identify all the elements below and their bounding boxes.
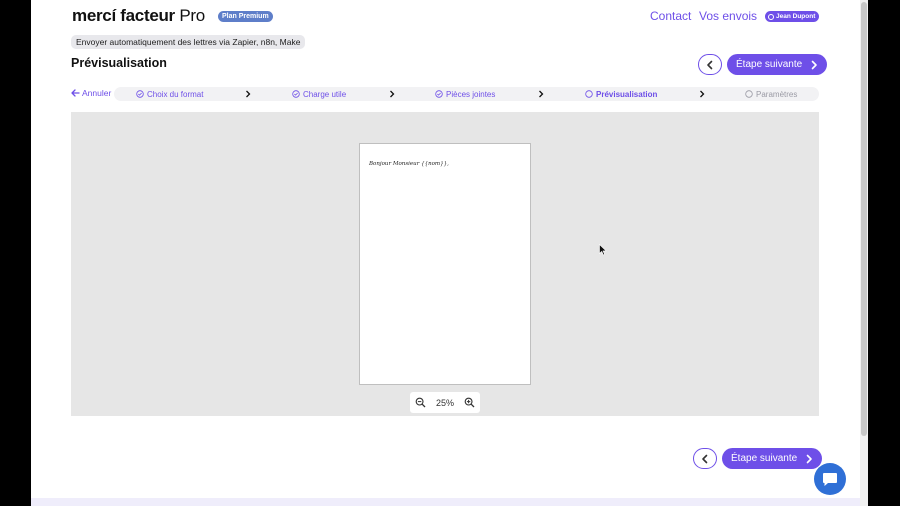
step-previsualisation[interactable]: Prévisualisation [585, 87, 657, 101]
plan-badge: Plan Premium [218, 11, 273, 22]
next-step-label: Étape suivante [731, 453, 798, 464]
cancel-label: Annuler [82, 88, 112, 98]
logo[interactable]: mercí facteur Pro [72, 6, 205, 26]
zoom-level: 25% [435, 397, 454, 408]
check-circle-icon [292, 90, 300, 98]
step-charge-utile[interactable]: Charge utile [292, 87, 346, 101]
nav-vos-envois-link[interactable]: Vos envois [699, 9, 757, 23]
step-label: Prévisualisation [596, 89, 658, 99]
chat-support-button[interactable] [814, 463, 846, 495]
letter-text: Bonjour Monsieur {{nom}}, [369, 161, 449, 167]
step-choix-du-format[interactable]: Choix du format [136, 87, 203, 101]
chevron-right-icon [390, 90, 395, 98]
circle-icon [585, 90, 593, 98]
check-circle-icon [136, 90, 144, 98]
zoom-controls: 25% [410, 392, 480, 413]
step-label: Paramètres [756, 89, 798, 99]
user-menu-badge[interactable]: Jean Dupont [765, 11, 820, 22]
chat-icon [823, 472, 837, 486]
arrow-left-icon [71, 89, 80, 97]
user-name: Jean Dupont [776, 13, 816, 20]
mouse-cursor-icon [599, 244, 607, 256]
next-step-label: Étape suivante [736, 59, 803, 70]
chevron-right-icon [700, 90, 705, 98]
check-circle-icon [435, 90, 443, 98]
logo-main: mercí facteur [72, 6, 175, 25]
zoom-in-icon[interactable] [464, 397, 475, 408]
step-pieces-jointes[interactable]: Pièces jointes [435, 87, 495, 101]
user-icon [768, 13, 774, 20]
chevron-right-icon [246, 90, 251, 98]
nav-contact-link[interactable]: Contact [650, 9, 691, 23]
next-step-button-bottom[interactable]: Étape suivante [722, 448, 823, 469]
letter-page: Bonjour Monsieur {{nom}}, [359, 143, 531, 385]
step-parametres[interactable]: Paramètres [745, 87, 797, 101]
chevron-left-icon [702, 454, 708, 463]
chevron-right-icon [806, 454, 812, 463]
step-label: Choix du format [147, 89, 204, 99]
next-step-button-top[interactable]: Étape suivante [727, 54, 828, 75]
letter-preview-area[interactable]: Bonjour Monsieur {{nom}}, 25% [71, 112, 819, 416]
chevron-right-icon [539, 90, 544, 98]
footer-band [31, 498, 860, 506]
chevron-right-icon [811, 60, 817, 69]
previous-step-button-bottom[interactable] [693, 448, 717, 469]
cancel-link[interactable]: Annuler [71, 88, 111, 98]
stepper-bar: Choix du format Charge utile Pièces join… [114, 87, 819, 101]
step-label: Pièces jointes [446, 89, 496, 99]
vertical-scrollbar[interactable] [860, 0, 868, 506]
breadcrumb: Envoyer automatiquement des lettres via … [71, 35, 306, 49]
app-page: mercí facteur Pro Plan Premium Contact V… [31, 0, 860, 506]
circle-icon [745, 90, 753, 98]
chevron-left-icon [707, 60, 713, 69]
page-title: Prévisualisation [71, 56, 167, 70]
previous-step-button-top[interactable] [698, 54, 722, 75]
step-label: Charge utile [303, 89, 347, 99]
scrollbar-thumb[interactable] [861, 2, 867, 436]
logo-pro: Pro [179, 6, 205, 25]
zoom-out-icon[interactable] [415, 397, 426, 408]
